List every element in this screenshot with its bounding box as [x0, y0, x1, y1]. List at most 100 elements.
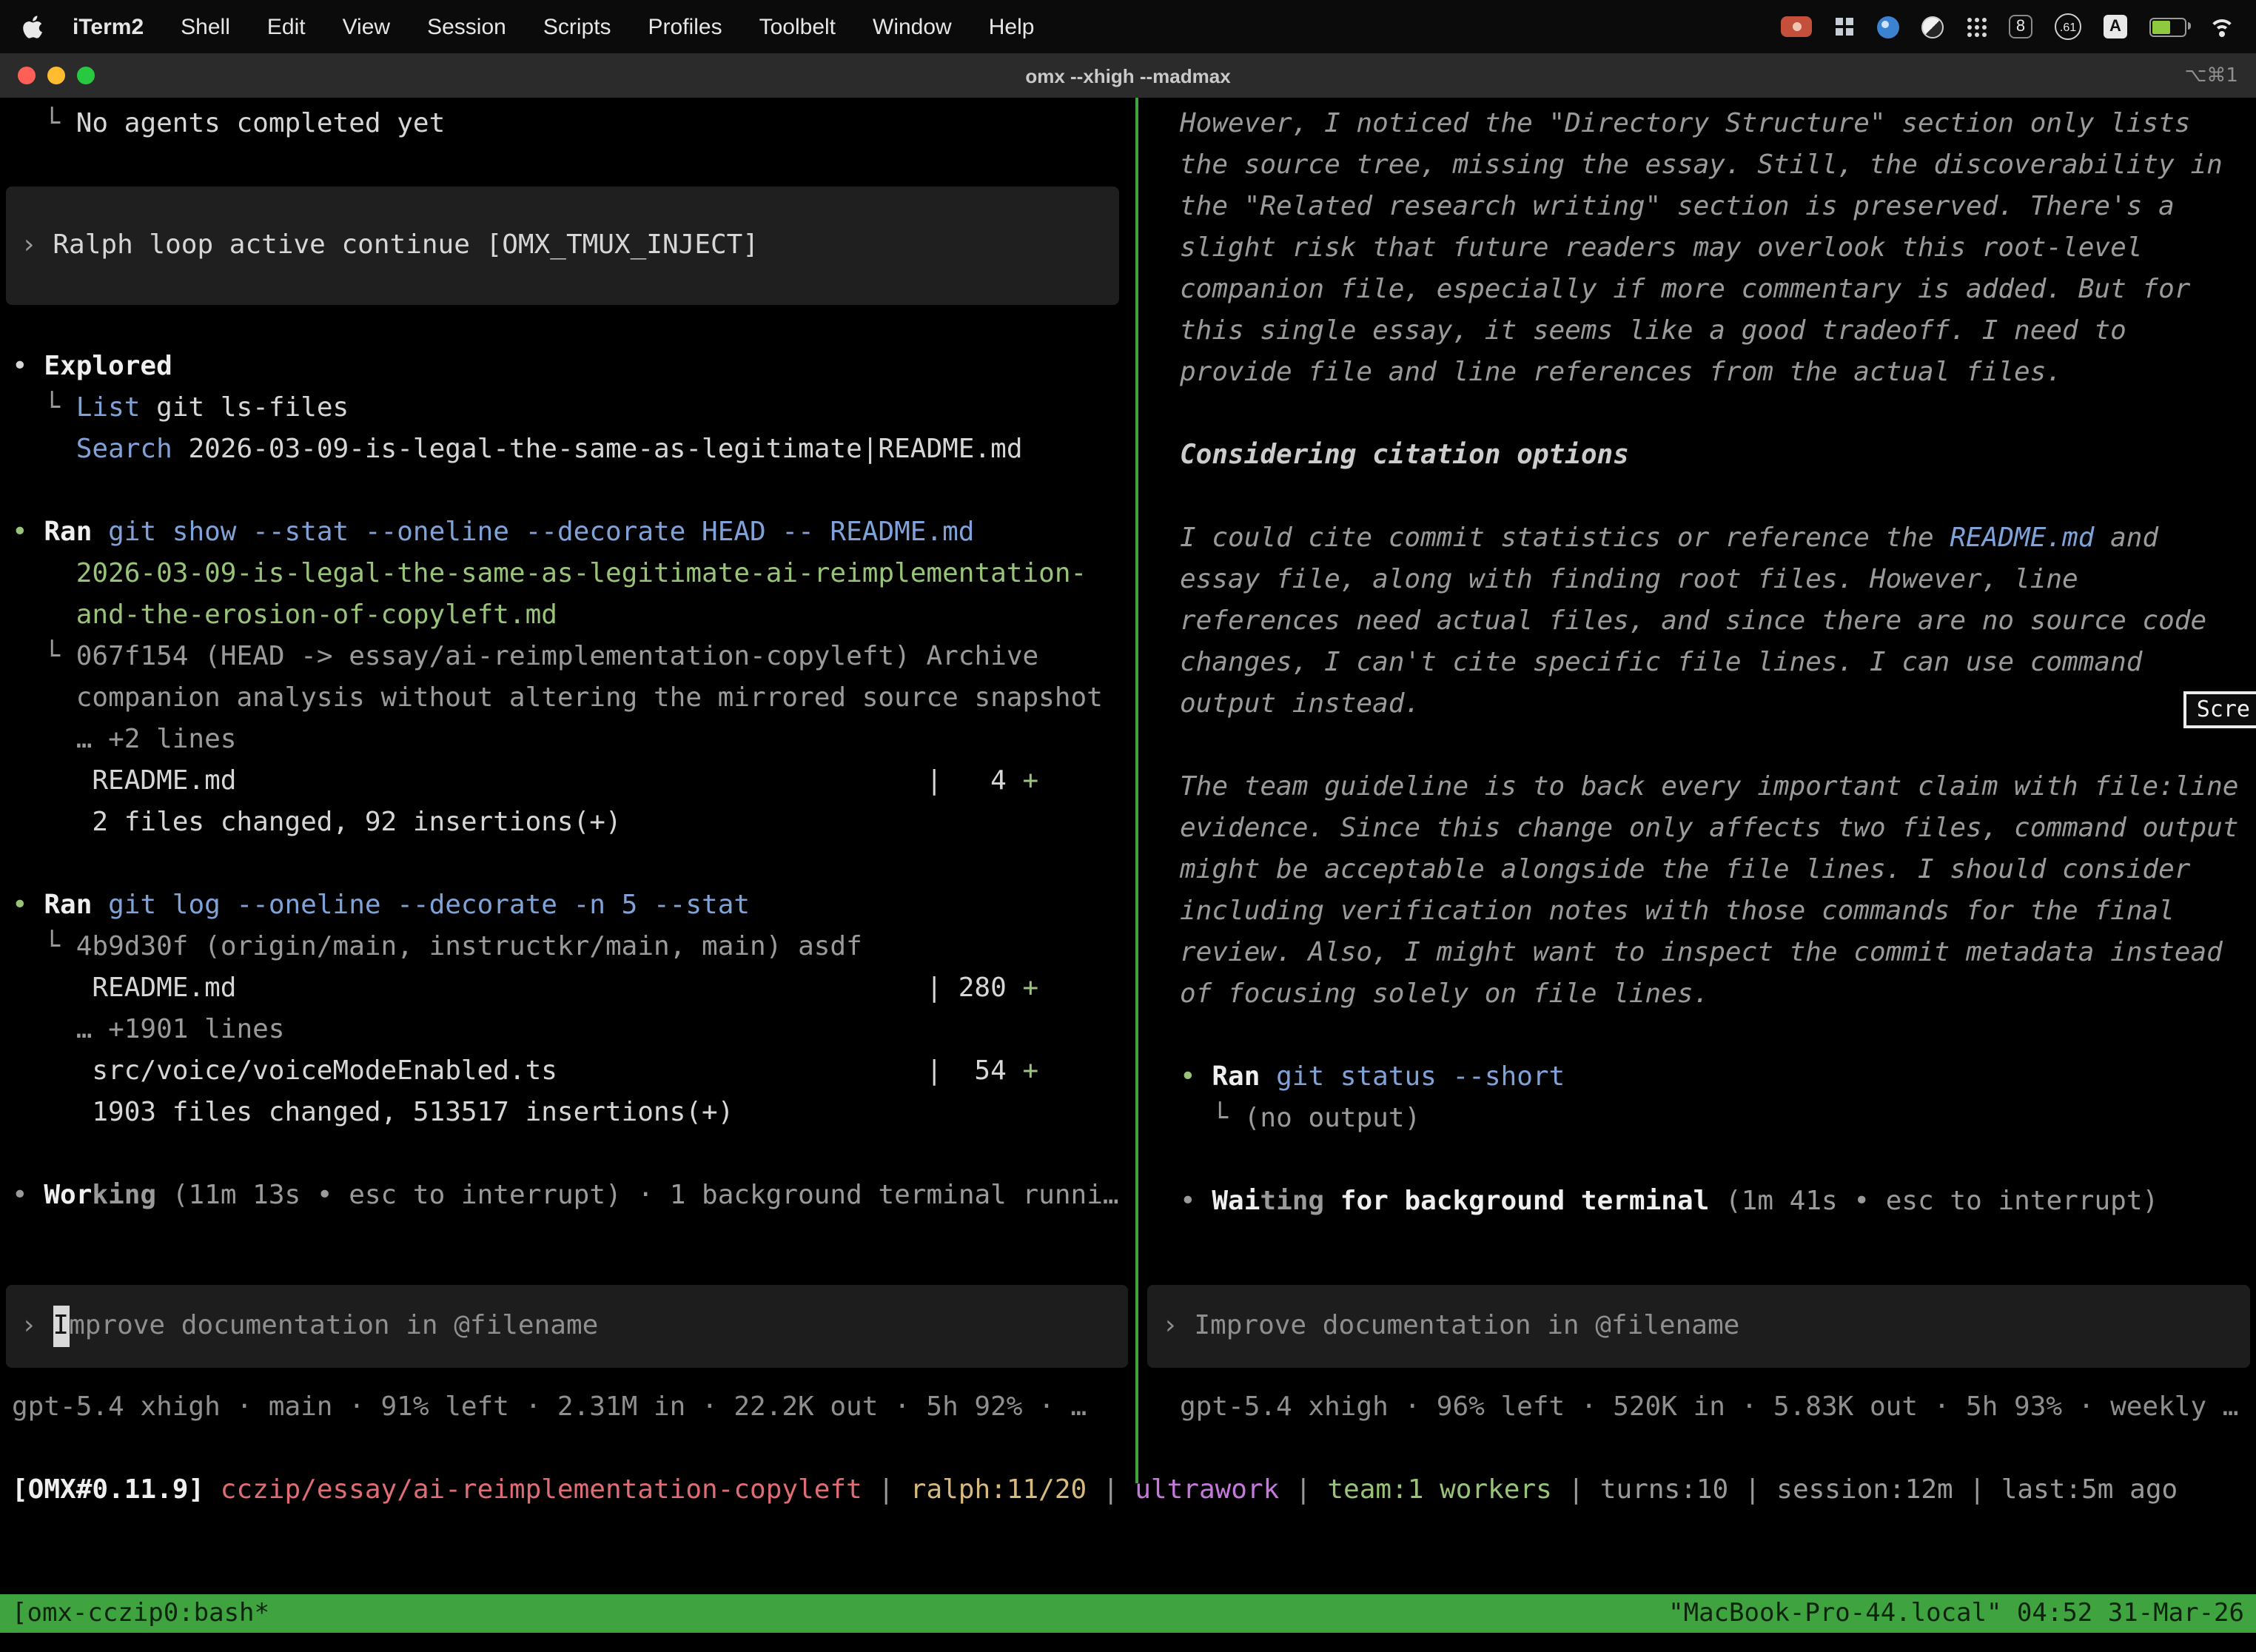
terminal-line [1180, 725, 2256, 767]
close-button[interactable] [18, 67, 36, 84]
terminal-line: provide file and line references from th… [1180, 352, 2256, 394]
dots-grid-icon[interactable] [1966, 16, 1987, 37]
text-segment: the source tree, missing the essay. Stil… [1180, 150, 2223, 181]
wifi-icon[interactable] [2209, 17, 2235, 36]
text-segment: 067f154 (HEAD -> essay/ai-reimplementati… [76, 641, 1038, 672]
model-status-right: gpt-5.4 xhigh · 96% left · 520K in · 5.8… [1180, 1387, 2256, 1428]
terminal-line: changes, I can't cite specific file line… [1180, 642, 2256, 684]
terminal-line: output instead. [1180, 684, 2256, 725]
text-segment: 4b9d30f (origin/main, instructkr/main, m… [76, 931, 862, 962]
menu-item-shell[interactable]: Shell [181, 14, 230, 39]
menu-item-session[interactable]: Session [427, 14, 506, 39]
text-segment: [OMX#0.11.9] [12, 1474, 221, 1505]
terminal-line [1180, 394, 2256, 435]
tmux-pane-divider[interactable] [1135, 98, 1138, 1483]
terminal-line: 1903 files changed, 513517 insertions(+) [12, 1092, 1134, 1134]
text-segment: Ralph loop active continue [OMX_TMUX_INJ… [53, 225, 759, 266]
badge-61-icon[interactable]: .61 [2055, 13, 2081, 40]
terminal-line [1180, 1015, 2256, 1057]
text-segment: including verification notes with those … [1180, 896, 2175, 927]
text-segment: companion analysis without altering the … [76, 682, 1103, 713]
explored-header: • Explored [12, 346, 1134, 388]
text-segment: git log --oneline --decorate -n 5 --stat [108, 890, 750, 921]
text-segment: src/voice/voiceModeEnabled.ts | 54 [12, 1055, 1022, 1087]
menu-item-toolbelt[interactable]: Toolbelt [759, 14, 836, 39]
battery-icon[interactable] [2149, 17, 2186, 36]
menu-item-edit[interactable]: Edit [267, 14, 306, 39]
text-segment: README.md | 4 [12, 765, 1022, 796]
grid-icon[interactable] [1834, 16, 1855, 37]
terminal-line: … +2 lines [12, 719, 1134, 761]
screen-overlay-badge[interactable]: Scre [2183, 691, 2256, 728]
text-segment: (no output) [1244, 1103, 1420, 1134]
menu-item-view[interactable]: View [343, 14, 391, 39]
terminal-line: the source tree, missing the essay. Stil… [1180, 145, 2256, 187]
text-segment: evidence. Since this change only affects… [1180, 813, 2239, 844]
prompt-input-left[interactable]: › Improve documentation in @filename [6, 1285, 1128, 1368]
text-segment: However, I noticed the "Directory Struct… [1180, 108, 2190, 139]
text-segment: Wor [44, 1180, 92, 1211]
tmux-host-clock: "MacBook-Pro-44.local" 04:52 31-Mar-26 [1668, 1594, 2244, 1633]
text-segment [12, 641, 44, 672]
menu-item-scripts[interactable]: Scripts [543, 14, 611, 39]
text-segment: | [1728, 1474, 1776, 1505]
working-status: • Working (11m 13s • esc to interrupt) ·… [12, 1175, 1134, 1217]
text-segment: Wai [1212, 1186, 1260, 1217]
prompt-input-right[interactable]: › Improve documentation in @filename [1147, 1285, 2250, 1368]
apple-menu-icon[interactable] [21, 14, 43, 39]
menu-item-window[interactable]: Window [873, 14, 952, 39]
text-segment: and-the-erosion-of-copyleft.md [76, 600, 557, 631]
terminal-line: └ 4b9d30f (origin/main, instructkr/main,… [12, 927, 1134, 968]
terminal-line [12, 145, 1134, 187]
text-segment: • [12, 351, 44, 382]
menu-item-profiles[interactable]: Profiles [648, 14, 722, 39]
text-segment: | [1552, 1474, 1600, 1505]
text-segment: companion file, especially if more comme… [1180, 274, 2190, 305]
screen-recording-icon[interactable] [1781, 16, 1812, 37]
terminal-line: src/voice/voiceModeEnabled.ts | 54 + [12, 1051, 1134, 1092]
key-8-icon[interactable]: 8 [2009, 15, 2032, 38]
input-source-icon[interactable]: A [2104, 15, 2127, 38]
tmux-window-item: [omx-cczip0:bash* [12, 1594, 269, 1633]
tmux-pane-right: However, I noticed the "Directory Struct… [1141, 98, 2256, 1371]
text-segment: session:12m [1776, 1474, 1953, 1505]
text-segment: Explored [44, 351, 172, 382]
ran-git-log: • Ran git log --oneline --decorate -n 5 … [12, 885, 1134, 927]
window-title: omx --xhigh --madmax [0, 64, 2256, 87]
macos-menubar: iTerm2 Shell Edit View Session Scripts Profile… [0, 0, 2256, 53]
text-segment [12, 931, 44, 962]
terminal-line: review. Also, I might want to inspect th… [1180, 933, 2256, 974]
text-segment: No agents completed yet [76, 108, 446, 139]
terminal-line: this single essay, it seems like a good … [1180, 311, 2256, 352]
blue-app-icon[interactable] [1877, 16, 1899, 38]
text-segment [12, 558, 76, 589]
menubar-items: iTerm2 Shell Edit View Session Scripts Profile… [73, 14, 1071, 39]
text-segment: of focusing solely on file lines. [1180, 978, 1709, 1010]
contrast-app-icon[interactable] [1921, 16, 1944, 38]
terminal-line: and-the-erosion-of-copyleft.md [12, 595, 1134, 637]
terminal-line: of focusing solely on file lines. [1180, 974, 2256, 1015]
minimize-button[interactable] [47, 67, 65, 84]
apple-logo-icon [21, 14, 43, 39]
window-titlebar[interactable]: omx --xhigh --madmax ⌥⌘1 [0, 53, 2256, 98]
text-segment: README.md [1950, 523, 2094, 554]
text-segment [12, 434, 76, 465]
text-segment: essay file, along with finding root file… [1180, 564, 2078, 595]
text-segment: • [12, 1180, 44, 1211]
text-segment: git status --short [1276, 1061, 1565, 1092]
text-segment: ralph:11/20 [910, 1474, 1087, 1505]
terminal-line: I could cite commit statistics or refere… [1180, 518, 2256, 560]
tmux-pane-left: └ No agents completed yet› Ralph loop ac… [0, 98, 1134, 1371]
menu-item-help[interactable]: Help [989, 14, 1035, 39]
terminal-line [1180, 1140, 2256, 1181]
terminal-line: including verification notes with those … [1180, 891, 2256, 933]
text-segment [12, 600, 76, 631]
text-segment: 2026-03-09-is-legal-the-same-as-legitima… [76, 558, 1087, 589]
menu-item-iterm2[interactable]: iTerm2 [73, 14, 144, 39]
text-segment: ultrawork [1135, 1474, 1279, 1505]
ran-git-status: • Ran git status --short [1180, 1057, 2256, 1098]
zoom-button[interactable] [77, 67, 95, 84]
terminal-line: 2 files changed, 92 insertions(+) [12, 802, 1134, 844]
text-segment: king [92, 1180, 156, 1211]
text-segment: The team guideline is to back every impo… [1180, 771, 2239, 802]
